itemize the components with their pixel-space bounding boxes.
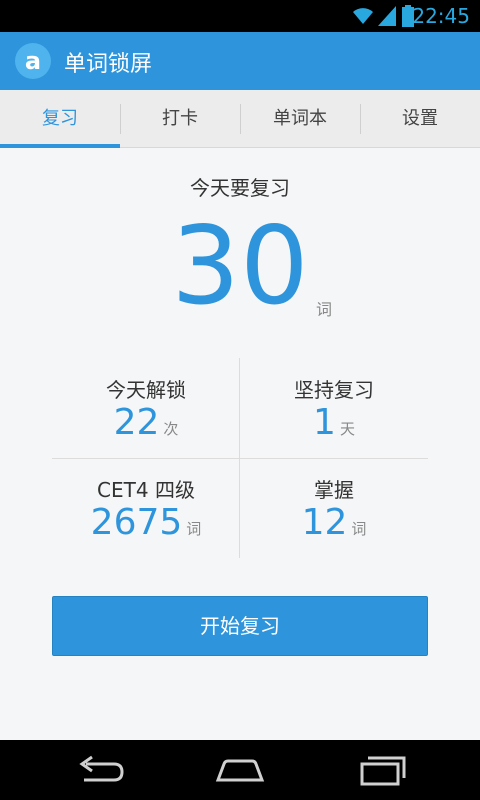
stat-value-row: 12 词 xyxy=(240,502,428,543)
stat-wordlist[interactable]: CET4 四级 2675 词 xyxy=(52,458,240,558)
wifi-icon xyxy=(353,8,373,24)
stat-unit: 词 xyxy=(351,520,367,538)
tab-settings[interactable]: 设置 xyxy=(360,90,480,148)
app-title: 单词锁屏 xyxy=(64,52,153,77)
stat-value: 22 xyxy=(113,402,160,443)
stats-grid: 今天解锁 22 次 坚持复习 1天 CET4 四级 2675 词 掌握 12 词 xyxy=(52,358,428,558)
app-logo-icon[interactable]: a xyxy=(14,42,52,80)
status-time: 22:45 xyxy=(412,4,470,28)
stat-streak: 坚持复习 1天 xyxy=(240,358,428,458)
stat-value-row: 22 次 xyxy=(52,402,240,443)
tab-checkin[interactable]: 打卡 xyxy=(120,90,240,148)
stat-mastered: 掌握 12 词 xyxy=(240,458,428,558)
recent-apps-icon[interactable] xyxy=(352,752,412,788)
stat-label: CET4 四级 xyxy=(97,478,195,502)
tab-bar: 复习 打卡 单词本 设置 xyxy=(0,90,480,148)
stat-unit: 词 xyxy=(186,520,202,538)
review-count-unit: 词 xyxy=(316,300,333,319)
status-bar: 22:45 xyxy=(0,0,480,32)
stat-value-row: 1天 xyxy=(240,402,428,443)
tab-review[interactable]: 复习 xyxy=(0,90,120,148)
stat-unit: 天 xyxy=(339,420,355,438)
system-nav-bar xyxy=(0,740,480,800)
stat-value: 12 xyxy=(301,502,348,543)
review-panel: 今天要复习 30 词 今天解锁 22 次 坚持复习 1天 CET4 四级 2675… xyxy=(0,148,480,740)
start-review-button[interactable]: 开始复习 xyxy=(52,596,428,656)
stat-unlocks-today: 今天解锁 22 次 xyxy=(52,358,240,458)
stat-value-row: 2675 词 xyxy=(52,502,240,543)
review-heading: 今天要复习 xyxy=(190,176,290,200)
signal-icon xyxy=(378,6,396,26)
stat-unit: 次 xyxy=(163,420,179,438)
stat-label: 坚持复习 xyxy=(294,378,374,402)
stat-label: 今天解锁 xyxy=(106,378,186,402)
svg-text:a: a xyxy=(25,47,41,75)
stat-value: 2675 xyxy=(90,502,183,543)
back-icon[interactable] xyxy=(70,752,130,788)
review-count: 30 xyxy=(171,204,309,329)
stat-value: 1 xyxy=(313,402,336,443)
app-bar: a 单词锁屏 xyxy=(0,32,480,90)
tab-wordbook[interactable]: 单词本 xyxy=(240,90,360,148)
stat-label: 掌握 xyxy=(314,478,354,502)
home-icon[interactable] xyxy=(210,752,270,788)
